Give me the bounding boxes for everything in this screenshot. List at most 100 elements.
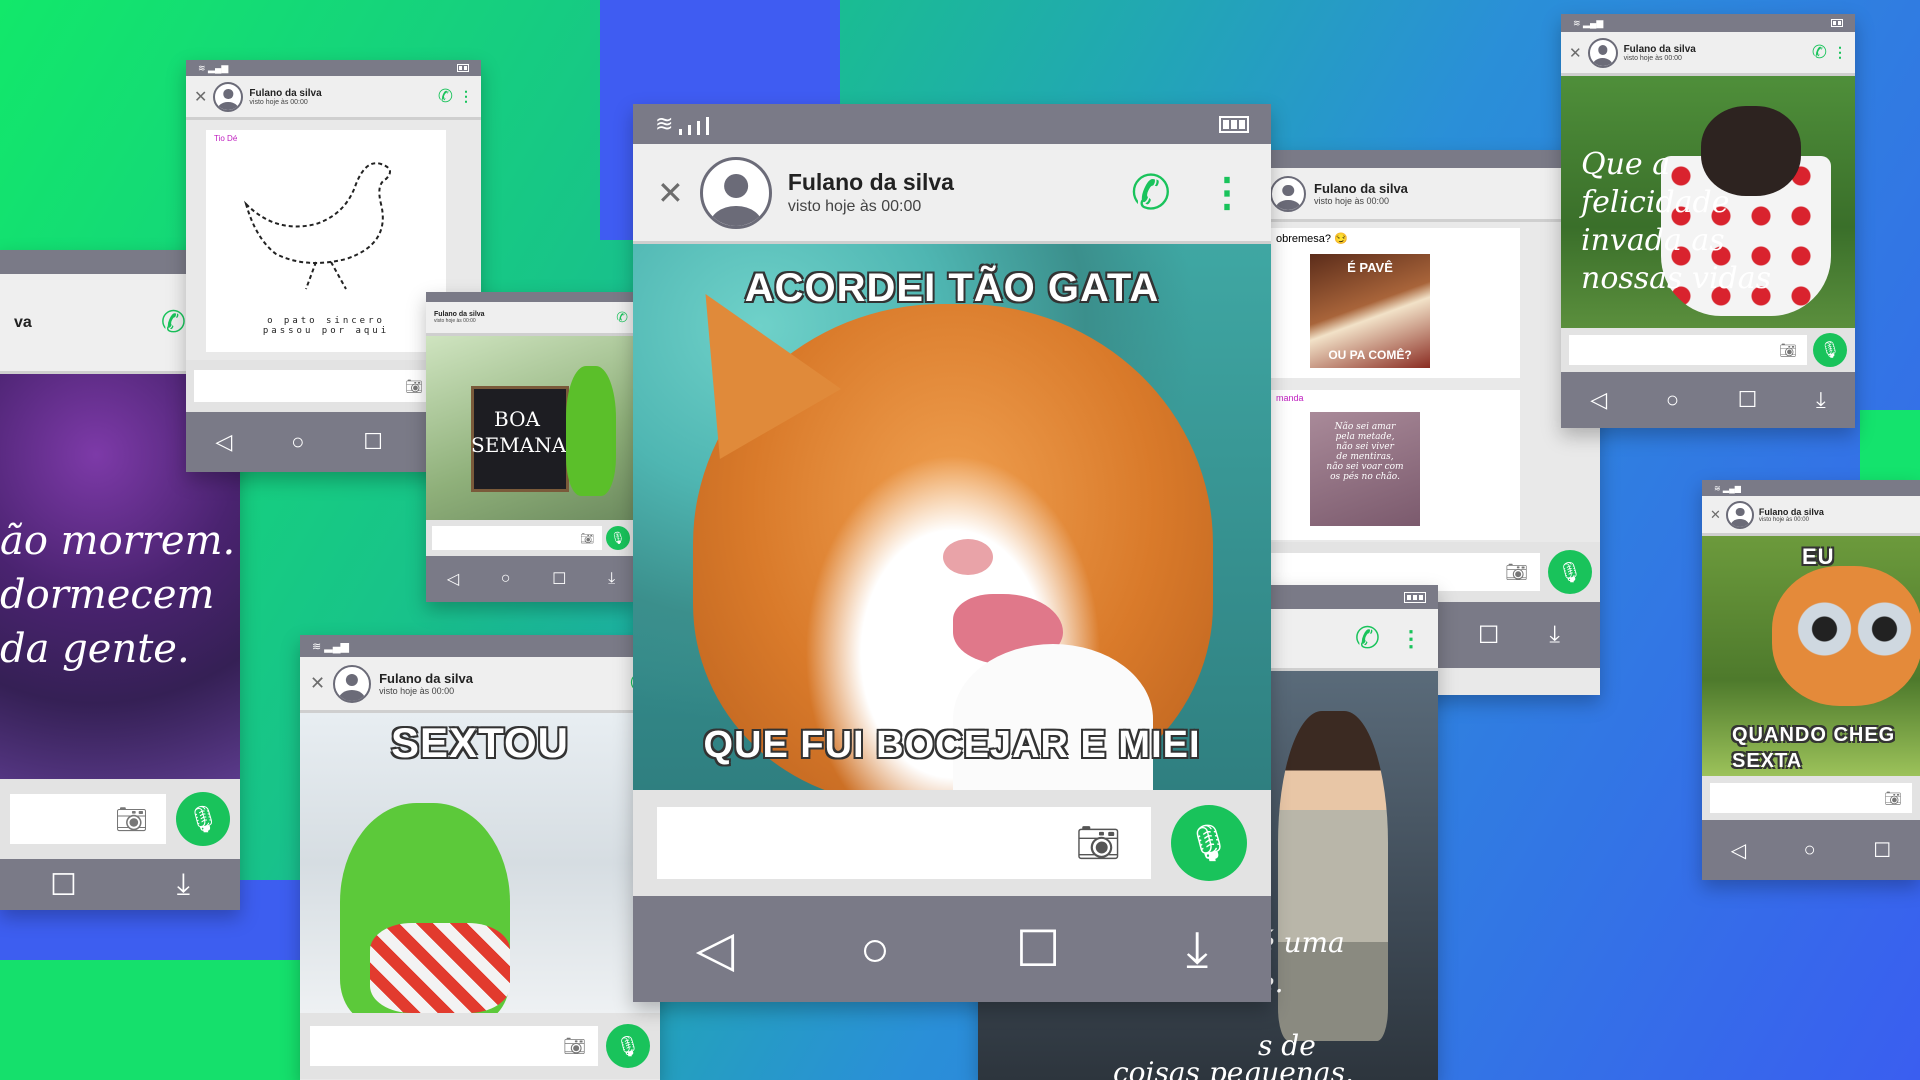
avatar-icon bbox=[1725, 500, 1754, 529]
meme-bottom-text: QUE FUI BOCEJAR E MIEI bbox=[703, 724, 1201, 766]
nav-bar: ◁ ○ ☐ ⤓ bbox=[633, 896, 1271, 1002]
nav-bar: ◁ ○ ☐ bbox=[1702, 820, 1920, 880]
cat-paw bbox=[953, 644, 1153, 790]
status-bar bbox=[426, 292, 636, 302]
input-bar: 📷︎ 🎙︎ bbox=[300, 1013, 660, 1079]
home-icon[interactable]: ○ bbox=[501, 570, 511, 588]
home-icon[interactable]: ○ bbox=[1804, 839, 1816, 862]
back-icon[interactable]: ◁ bbox=[1731, 838, 1746, 863]
contact-name: Fulano da silva bbox=[1758, 506, 1824, 517]
recents-icon[interactable]: ☐ bbox=[552, 569, 566, 589]
duck-drawing bbox=[243, 162, 391, 290]
recents-icon[interactable]: ☐ bbox=[363, 429, 383, 455]
mic-button[interactable]: 🎙︎ bbox=[1171, 805, 1247, 881]
message-field[interactable]: 📷︎ bbox=[1710, 783, 1912, 813]
more-vert-icon[interactable]: ⋮ bbox=[1400, 626, 1422, 652]
close-icon[interactable]: ✕ bbox=[657, 174, 684, 212]
image-message[interactable]: ACORDEI TÃO GATA QUE FUI BOCEJAR E MIEI bbox=[633, 244, 1271, 790]
close-icon[interactable]: ✕ bbox=[1569, 44, 1582, 62]
chat-header: ✕ Fulano da silva visto hoje às 00:00 ✆ … bbox=[633, 144, 1271, 244]
phone-call-icon[interactable]: ✆ bbox=[161, 305, 186, 340]
camera-icon[interactable]: 📷︎ bbox=[1779, 342, 1797, 359]
phone-call-icon[interactable]: ✆ bbox=[1355, 621, 1380, 656]
contact-name: va bbox=[14, 313, 32, 331]
back-icon[interactable]: ◁ bbox=[215, 429, 232, 455]
close-icon[interactable]: ✕ bbox=[310, 673, 325, 694]
back-icon[interactable]: ◁ bbox=[447, 569, 459, 589]
recents-icon[interactable]: ☐ bbox=[50, 868, 77, 903]
signal-icon: ≋ bbox=[655, 113, 710, 135]
recents-icon[interactable]: ☐ bbox=[1478, 621, 1500, 650]
image-message[interactable]: Que a felicidade invada as nossas vidas bbox=[1561, 76, 1855, 328]
download-icon[interactable]: ⤓ bbox=[177, 868, 190, 902]
avatar-icon bbox=[213, 81, 244, 112]
close-icon[interactable]: ✕ bbox=[194, 87, 207, 107]
quote-image[interactable]: Não sei amar pela metade, não sei viver … bbox=[1310, 412, 1420, 526]
status-bar: ≋ ▂▄▆ bbox=[300, 635, 660, 657]
close-icon[interactable]: ✕ bbox=[1710, 507, 1721, 523]
camera-icon[interactable]: 📷︎ bbox=[580, 532, 594, 545]
more-vert-icon[interactable]: ⋮ bbox=[459, 88, 473, 105]
camera-icon[interactable]: 📷︎ bbox=[1075, 822, 1121, 864]
home-icon[interactable]: ○ bbox=[1666, 387, 1679, 413]
nav-bar: ◁ ○ ☐ ⤓ bbox=[1561, 372, 1855, 428]
recents-icon[interactable]: ☐ bbox=[1016, 920, 1061, 978]
phone-call-icon[interactable]: ✆ bbox=[1131, 165, 1171, 221]
recents-icon[interactable]: ☐ bbox=[1873, 838, 1891, 863]
quote-text: Que a felicidade invada as nossas vidas bbox=[1581, 147, 1772, 296]
status-bar: ≋ ▂▄▆ bbox=[1561, 14, 1855, 32]
more-vert-icon[interactable]: ⋮ bbox=[1207, 170, 1247, 216]
img-top-text: É PAVÊ bbox=[1347, 260, 1393, 275]
camera-icon[interactable]: 📷︎ bbox=[1884, 790, 1902, 807]
mic-button[interactable]: 🎙︎ bbox=[1548, 550, 1592, 594]
message-text: obremesa? 😏 bbox=[1276, 233, 1348, 245]
phone-call-icon[interactable]: ✆ bbox=[1812, 42, 1827, 63]
status-bar: ≋ bbox=[633, 104, 1271, 144]
message-field[interactable]: 📷︎ bbox=[432, 526, 602, 550]
last-seen: visto hoje às 00:00 bbox=[379, 686, 455, 696]
download-icon[interactable]: ⤓ bbox=[1549, 621, 1560, 649]
home-icon[interactable]: ○ bbox=[860, 920, 890, 978]
status-bar bbox=[1240, 150, 1600, 168]
kermit-shirt bbox=[370, 923, 510, 1013]
mic-button[interactable]: 🎙︎ bbox=[176, 792, 230, 846]
last-seen: visto hoje às 00:00 bbox=[434, 318, 476, 324]
download-icon[interactable]: ⤓ bbox=[1816, 387, 1826, 413]
dessert-image[interactable]: É PAVÊ OU PA COMÊ? bbox=[1310, 254, 1430, 368]
status-bar: ≋ ▂▄▆ bbox=[1702, 480, 1920, 496]
phone-call-icon[interactable]: ✆ bbox=[438, 86, 453, 107]
download-icon[interactable]: ⤓ bbox=[1186, 920, 1208, 979]
last-seen: visto hoje às 00:00 bbox=[1314, 196, 1390, 206]
avatar-icon bbox=[1270, 175, 1306, 212]
camera-icon[interactable]: 📷︎ bbox=[1505, 562, 1528, 583]
message-field[interactable]: 📷︎ bbox=[194, 370, 433, 402]
image-message[interactable]: BOA SEMANA bbox=[426, 336, 636, 520]
phone-call-icon[interactable]: ✆ bbox=[616, 309, 628, 326]
camera-icon[interactable]: 📷︎ bbox=[563, 1036, 586, 1057]
mic-button[interactable]: 🎙︎ bbox=[1813, 333, 1847, 367]
back-icon[interactable]: ◁ bbox=[1590, 387, 1607, 413]
more-vert-icon[interactable]: ⋮ bbox=[1833, 44, 1847, 61]
message-field[interactable]: 📷︎ bbox=[310, 1026, 598, 1066]
message-field[interactable]: 📷︎ bbox=[657, 807, 1151, 879]
mic-button[interactable]: 🎙︎ bbox=[606, 526, 630, 550]
battery-icon bbox=[1404, 591, 1426, 603]
home-icon[interactable]: ○ bbox=[291, 429, 304, 455]
chat-header: ✕ Fulano da silva visto hoje às 00:00 bbox=[1702, 496, 1920, 536]
recents-icon[interactable]: ☐ bbox=[1738, 387, 1758, 413]
camera-icon[interactable]: 📷︎ bbox=[115, 804, 148, 835]
message-bubble[interactable]: obremesa? 😏 É PAVÊ OU PA COMÊ? bbox=[1270, 228, 1520, 378]
camera-icon[interactable]: 📷︎ bbox=[405, 378, 423, 395]
meme-top-text: EU bbox=[1802, 544, 1835, 569]
download-icon[interactable]: ⤓ bbox=[608, 570, 615, 588]
back-icon[interactable]: ◁ bbox=[696, 920, 734, 978]
quote-line-1: é uma bbox=[1258, 926, 1345, 959]
message-field[interactable]: 📷︎ bbox=[10, 794, 166, 844]
image-message[interactable]: EU QUANDO CHEG SEXTA bbox=[1702, 536, 1920, 776]
chat-header: Fulano da silva visto hoje às 00:00 ✆ bbox=[1240, 168, 1600, 222]
image-message[interactable]: SEXTOU bbox=[300, 713, 660, 1013]
message-field[interactable]: 📷︎ bbox=[1569, 335, 1807, 365]
message-bubble[interactable]: manda Não sei amar pela metade, não sei … bbox=[1270, 390, 1520, 540]
message-bubble[interactable]: Tio Dé o pato sincero passou por aqui bbox=[206, 130, 446, 352]
mic-button[interactable]: 🎙︎ bbox=[606, 1024, 650, 1068]
